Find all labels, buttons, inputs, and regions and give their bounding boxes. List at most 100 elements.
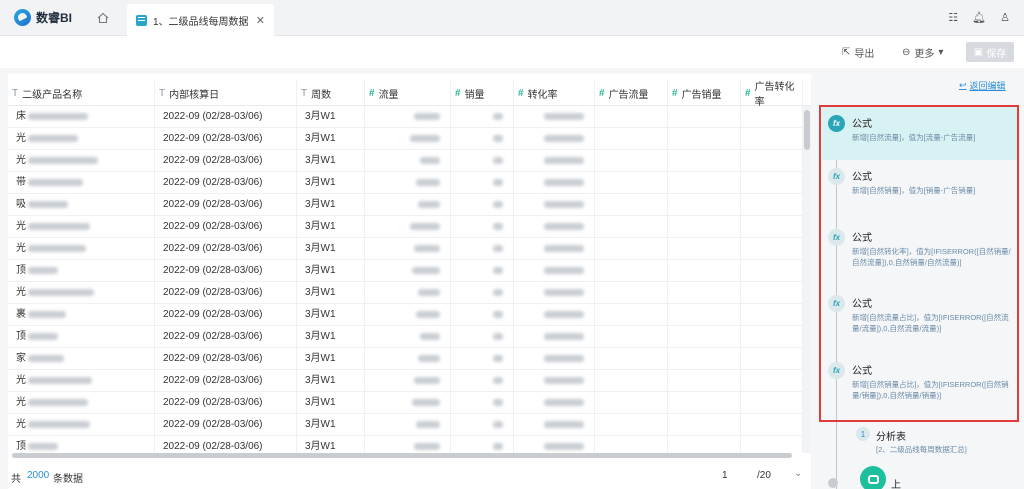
numeric-cell[interactable] — [595, 216, 668, 238]
numeric-cell[interactable] — [668, 392, 741, 414]
numeric-cell[interactable] — [668, 260, 741, 282]
week-cell[interactable]: 3月W1 — [297, 128, 365, 150]
numeric-cell[interactable] — [514, 304, 595, 326]
numeric-cell[interactable] — [595, 282, 668, 304]
numeric-cell[interactable] — [514, 326, 595, 348]
week-cell[interactable]: 3月W1 — [297, 150, 365, 172]
numeric-cell[interactable] — [668, 194, 741, 216]
page-number[interactable]: 1 — [722, 470, 728, 481]
numeric-cell[interactable] — [741, 216, 803, 238]
numeric-cell[interactable] — [365, 260, 451, 282]
numeric-cell[interactable] — [451, 194, 514, 216]
numeric-cell[interactable] — [668, 326, 741, 348]
date-cell[interactable]: 2022-09 (02/28-03/06) — [155, 194, 297, 216]
numeric-cell[interactable] — [451, 348, 514, 370]
week-cell[interactable]: 3月W1 — [297, 238, 365, 260]
numeric-cell[interactable] — [451, 238, 514, 260]
numeric-cell[interactable] — [595, 128, 668, 150]
numeric-cell[interactable] — [668, 172, 741, 194]
week-cell[interactable]: 3月W1 — [297, 260, 365, 282]
numeric-cell[interactable] — [514, 150, 595, 172]
numeric-cell[interactable] — [595, 370, 668, 392]
product-name-cell[interactable]: 光 — [8, 150, 155, 172]
back-to-edit-link[interactable]: ↩ 返回编辑 — [959, 79, 1006, 92]
date-cell[interactable]: 2022-09 (02/28-03/06) — [155, 370, 297, 392]
product-name-cell[interactable]: 光 — [8, 238, 155, 260]
numeric-cell[interactable] — [514, 172, 595, 194]
numeric-cell[interactable] — [741, 194, 803, 216]
numeric-cell[interactable] — [365, 216, 451, 238]
numeric-cell[interactable] — [451, 128, 514, 150]
numeric-cell[interactable] — [514, 370, 595, 392]
numeric-cell[interactable] — [451, 172, 514, 194]
week-cell[interactable]: 3月W1 — [297, 392, 365, 414]
table-row[interactable]: 光 2022-09 (02/28-03/06) 3月W1 — [8, 370, 803, 392]
date-cell[interactable]: 2022-09 (02/28-03/06) — [155, 304, 297, 326]
date-cell[interactable]: 2022-09 (02/28-03/06) — [155, 216, 297, 238]
numeric-cell[interactable] — [365, 326, 451, 348]
numeric-cell[interactable] — [668, 370, 741, 392]
column-header[interactable]: # 销量 — [451, 80, 514, 106]
chevron-down-icon[interactable]: ⌄ — [794, 468, 802, 479]
numeric-cell[interactable] — [668, 128, 741, 150]
numeric-cell[interactable] — [514, 128, 595, 150]
table-row[interactable]: 光 2022-09 (02/28-03/06) 3月W1 — [8, 238, 803, 260]
product-name-cell[interactable]: 光 — [8, 392, 155, 414]
numeric-cell[interactable] — [595, 348, 668, 370]
vertical-scrollbar[interactable] — [803, 106, 811, 453]
numeric-cell[interactable] — [668, 348, 741, 370]
numeric-cell[interactable] — [514, 216, 595, 238]
date-cell[interactable]: 2022-09 (02/28-03/06) — [155, 128, 297, 150]
more-button[interactable]: ⊖ 更多 ▾ — [902, 45, 943, 60]
numeric-cell[interactable] — [668, 150, 741, 172]
table-row[interactable]: 光 2022-09 (02/28-03/06) 3月W1 — [8, 128, 803, 150]
date-cell[interactable]: 2022-09 (02/28-03/06) — [155, 414, 297, 436]
numeric-cell[interactable] — [365, 436, 451, 453]
numeric-cell[interactable] — [741, 172, 803, 194]
week-cell[interactable]: 3月W1 — [297, 194, 365, 216]
numeric-cell[interactable] — [741, 392, 803, 414]
date-cell[interactable]: 2022-09 (02/28-03/06) — [155, 348, 297, 370]
numeric-cell[interactable] — [514, 348, 595, 370]
save-button[interactable]: ▣ 保存 — [966, 42, 1014, 62]
numeric-cell[interactable] — [595, 436, 668, 453]
column-header[interactable]: # 转化率 — [514, 80, 595, 106]
numeric-cell[interactable] — [451, 436, 514, 453]
numeric-cell[interactable] — [741, 106, 803, 128]
numeric-cell[interactable] — [741, 326, 803, 348]
product-name-cell[interactable]: 光 — [8, 282, 155, 304]
list-icon[interactable]: ☷ — [948, 11, 958, 24]
horizontal-scrollbar[interactable] — [12, 453, 792, 458]
home-icon[interactable] — [96, 11, 110, 25]
week-cell[interactable]: 3月W1 — [297, 414, 365, 436]
numeric-cell[interactable] — [365, 150, 451, 172]
column-header[interactable]: T 二级产品名称 — [8, 80, 155, 106]
product-name-cell[interactable]: 裹 — [8, 304, 155, 326]
week-cell[interactable]: 3月W1 — [297, 172, 365, 194]
numeric-cell[interactable] — [451, 392, 514, 414]
numeric-cell[interactable] — [741, 414, 803, 436]
date-cell[interactable]: 2022-09 (02/28-03/06) — [155, 260, 297, 282]
numeric-cell[interactable] — [514, 194, 595, 216]
numeric-cell[interactable] — [668, 414, 741, 436]
table-row[interactable]: 顶 2022-09 (02/28-03/06) 3月W1 — [8, 436, 803, 453]
numeric-cell[interactable] — [741, 128, 803, 150]
table-row[interactable]: 家 2022-09 (02/28-03/06) 3月W1 — [8, 348, 803, 370]
column-header[interactable]: T 周数 — [297, 80, 365, 106]
numeric-cell[interactable] — [595, 392, 668, 414]
product-name-cell[interactable]: 吸 — [8, 194, 155, 216]
numeric-cell[interactable] — [514, 282, 595, 304]
table-row[interactable]: 带 2022-09 (02/28-03/06) 3月W1 — [8, 172, 803, 194]
numeric-cell[interactable] — [595, 150, 668, 172]
numeric-cell[interactable] — [668, 282, 741, 304]
date-cell[interactable]: 2022-09 (02/28-03/06) — [155, 326, 297, 348]
numeric-cell[interactable] — [365, 128, 451, 150]
date-cell[interactable]: 2022-09 (02/28-03/06) — [155, 150, 297, 172]
bell-icon[interactable]: 🔔︎ — [972, 11, 986, 24]
numeric-cell[interactable] — [365, 304, 451, 326]
product-name-cell[interactable]: 光 — [8, 128, 155, 150]
numeric-cell[interactable] — [668, 436, 741, 453]
table-row[interactable]: 吸 2022-09 (02/28-03/06) 3月W1 — [8, 194, 803, 216]
chat-fab-button[interactable] — [860, 466, 886, 489]
numeric-cell[interactable] — [595, 194, 668, 216]
